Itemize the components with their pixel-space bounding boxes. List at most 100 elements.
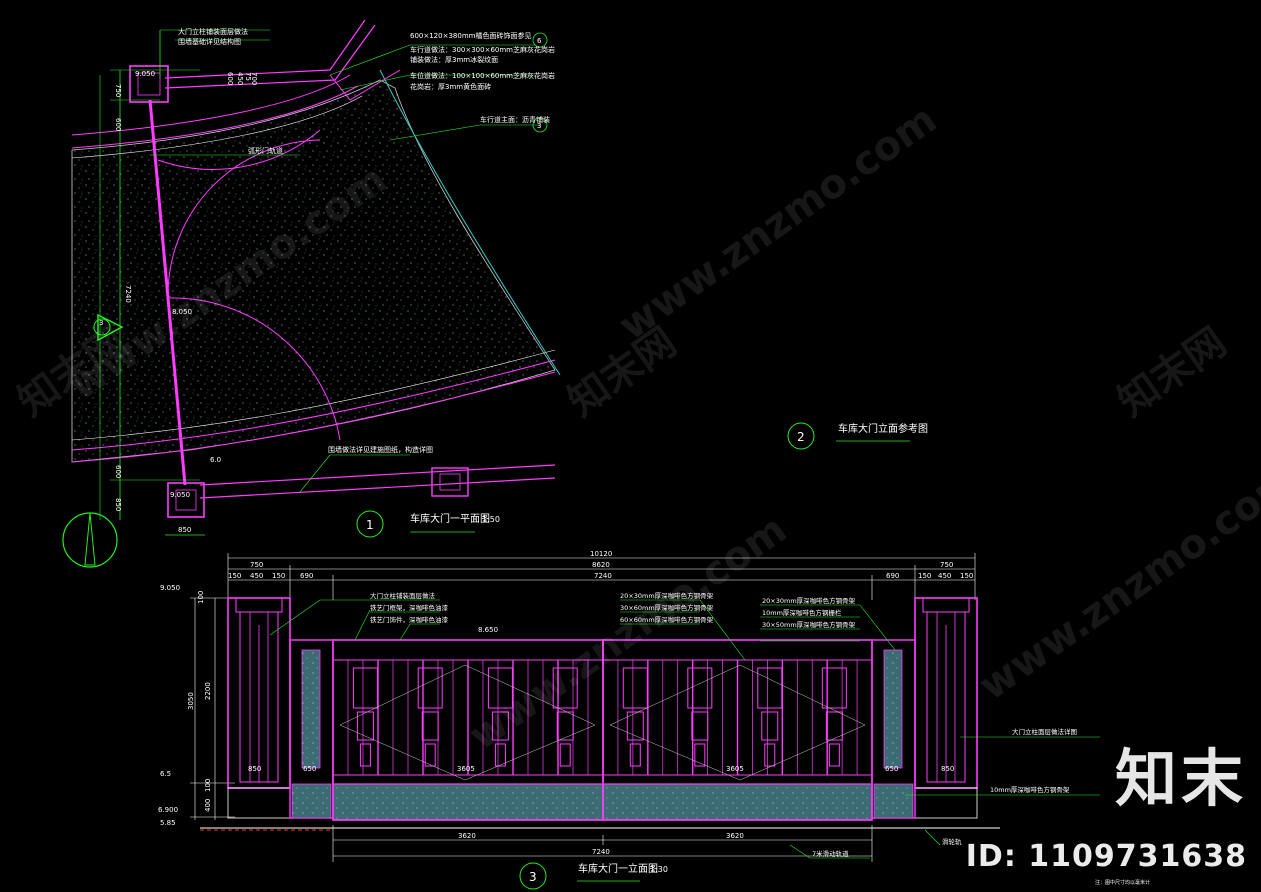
dim-left-outer: 750 — [250, 561, 263, 569]
elev-label-13: 滑轮轨 — [942, 837, 962, 846]
plan-dim-left-4: 600 — [114, 465, 122, 478]
plan-label-5: 铺装做法：厚3mm冰裂纹面 — [410, 55, 498, 64]
level-4: 6.900 — [158, 806, 178, 814]
cad-drawing: 大门立柱铺装面层做法 围墙基础详见结构图 600×120×380mm橘色面砖饰面… — [62, 19, 1150, 890]
gate-ornament — [622, 667, 648, 709]
gate-ornament — [764, 743, 776, 767]
plan-pier-bottom — [167, 482, 205, 518]
dim-bottom-left: 3620 — [458, 832, 476, 840]
gate-ornament — [821, 667, 847, 709]
plan-elev-b: 9.050 — [170, 491, 190, 499]
dim-vert-1: 100 — [197, 591, 205, 604]
dim-seg-r3: 450 — [938, 572, 951, 580]
elev-label-9: 30×50mm厚深咖啡色方钢骨架 — [762, 620, 856, 629]
road-paving — [71, 79, 556, 463]
elevation-title: 车库大门一立面图 — [578, 862, 658, 875]
dim-seg-l1: 150 — [228, 572, 241, 580]
dim-overall: 10120 — [590, 550, 612, 558]
dim-vert-4: 100 — [204, 779, 212, 792]
plan-label-4: 车行道做法：300×300×60mm芝麻灰花岗岩 — [410, 45, 555, 54]
plan-label-3: 600×120×380mm橘色面砖饰面参见 — [410, 31, 531, 40]
gate-ornament — [356, 711, 374, 741]
plan-section-mark: 3 — [99, 319, 103, 327]
gate-ornament — [487, 667, 513, 709]
plan-view — [62, 19, 561, 568]
dim-bottom-total: 7240 — [592, 848, 610, 856]
elev-label-2: 铁艺门框架，深咖啡色油漆 — [370, 603, 449, 612]
dim-gate-right: 3605 — [726, 765, 744, 773]
plan-radius-note: 6.0 — [210, 456, 221, 464]
plan-label-9: 弧形门轨道 — [248, 146, 283, 155]
gate-ornament — [417, 667, 443, 709]
dim-vert-2: 2200 — [204, 682, 212, 700]
gate-ornament — [629, 743, 641, 767]
dim-bottom-right: 3620 — [726, 832, 744, 840]
plan-title: 车库大门一平面图 — [410, 512, 490, 525]
gate-ornament — [559, 743, 571, 767]
plan-label-7: 花岗岩：厚3mm黄色面砖 — [410, 82, 491, 91]
plan-dim-left-5: 850 — [114, 498, 122, 511]
plan-dim-left-2: 600 — [114, 118, 122, 131]
gate-ornament — [556, 711, 574, 741]
gate-ornament — [424, 743, 436, 767]
gate-ornament — [421, 711, 439, 741]
gate-ornament — [352, 667, 378, 709]
dim-pier-left: 850 — [248, 765, 261, 773]
dim-seg-l4: 690 — [300, 572, 313, 580]
gate-ornament — [491, 711, 509, 741]
gate-ornament — [694, 743, 706, 767]
plan-dim-top-2: 450 — [236, 72, 244, 85]
elev-label-1: 大门立柱铺装面层做法 — [370, 591, 436, 600]
dim-seg-r4: 150 — [960, 572, 973, 580]
dim-vert-5: 400 — [204, 799, 212, 812]
plan-dim-left-1: 750 — [114, 84, 122, 97]
gate-ornament — [761, 711, 779, 741]
dim-gate-left: 3605 — [457, 765, 475, 773]
gate-ornament — [687, 667, 713, 709]
dim-seg-r1: 690 — [886, 572, 899, 580]
gate-ornament — [828, 743, 840, 767]
elev-label-3: 铁艺门饰件，深咖啡色油漆 — [370, 615, 449, 624]
elev-label-10: 大门立柱面层做法详图 — [1012, 727, 1077, 736]
level-2: 8.650 — [478, 626, 498, 634]
gate-ornament — [359, 743, 371, 767]
north-arrow-icon — [62, 512, 118, 568]
elev-label-4: 20×30mm厚深咖啡色方钢骨架 — [620, 591, 714, 600]
plan-dim-left-3: 7240 — [124, 285, 132, 303]
level-3: 6.5 — [160, 770, 171, 778]
dim-vert-3: 3050 — [187, 692, 195, 710]
plan-label-6: 车位道做法：100×100×60mm芝麻灰花岗岩 — [410, 71, 555, 80]
level-5: 5.85 — [160, 819, 176, 827]
gate-ornament — [552, 667, 578, 709]
plan-bottom-dim: 850 — [178, 526, 191, 534]
elev-label-6: 60×60mm厚深咖啡色方钢骨架 — [620, 615, 714, 624]
dim-seg-l3: 150 — [272, 572, 285, 580]
dim-leaf-right: 650 — [885, 765, 898, 773]
left-pier — [227, 597, 291, 819]
plan-elev-a: 9.050 — [135, 70, 155, 78]
elev-label-7: 20×30mm厚深咖啡色方钢骨架 — [762, 596, 856, 605]
gate-ornament — [691, 711, 709, 741]
elev-label-8: 10mm厚深咖啡色方钢栅栏 — [762, 608, 842, 617]
brand-id: ID: 1109731638 — [965, 839, 1247, 874]
reference-title: 车库大门立面参考图 — [838, 422, 928, 435]
elevation-number: 3 — [529, 870, 537, 884]
dim-pier-right: 850 — [941, 765, 954, 773]
gate-ornament — [494, 743, 506, 767]
gate-ornament — [757, 667, 783, 709]
plan-symbol-b: 3 — [537, 122, 541, 130]
dim-seg-l2: 450 — [250, 572, 263, 580]
plan-number: 1 — [366, 518, 374, 532]
dim-leaf-left: 650 — [303, 765, 316, 773]
elev-label-11: 10mm厚深咖啡色方钢骨架 — [990, 785, 1070, 794]
reference-number: 2 — [797, 430, 805, 444]
plan-mid-note: 8.050 — [172, 308, 192, 316]
elev-label-14: 注：图中尺寸均以毫米计 — [1095, 879, 1150, 886]
dim-mid: 8620 — [592, 561, 610, 569]
elev-label-5: 30×60mm厚深咖啡色方钢骨架 — [620, 603, 714, 612]
elev-label-12: 7米滑动轨道 — [812, 849, 849, 858]
plan-label-2: 围墙基础详见结构图 — [178, 37, 241, 46]
plan-symbol-a: 6 — [537, 37, 542, 45]
dim-seg-r2: 150 — [918, 572, 931, 580]
level-1: 9.050 — [160, 584, 180, 592]
